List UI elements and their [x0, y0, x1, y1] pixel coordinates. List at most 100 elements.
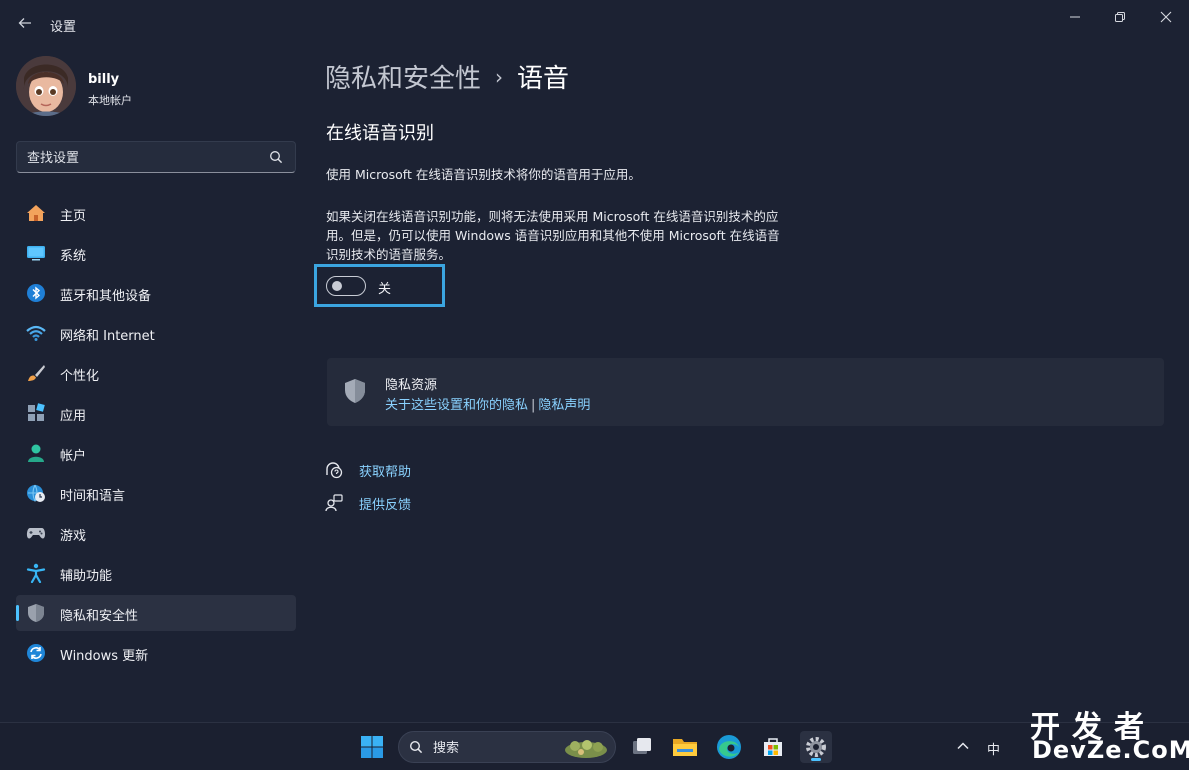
restore-icon — [1115, 12, 1125, 22]
privacy-resources-title: 隐私资源 — [385, 378, 438, 393]
shield-icon — [345, 379, 365, 403]
sidebar-item-home[interactable]: 主页 — [16, 195, 296, 231]
watermark-bottom-text: DevZe.CoM — [1032, 736, 1189, 764]
privacy-links: 关于这些设置和你的隐私 | 隐私声明 — [385, 394, 590, 413]
search-icon[interactable] — [269, 150, 283, 164]
task-view-button[interactable] — [626, 731, 658, 763]
sidebar-item-apps[interactable]: 应用 — [16, 395, 296, 431]
sidebar-item-label: Windows 更新 — [60, 649, 149, 664]
toggle-knob — [332, 281, 342, 291]
user-name: billy — [88, 72, 120, 87]
close-icon — [1160, 11, 1172, 23]
sidebar-item-label: 辅助功能 — [60, 569, 113, 584]
shield-icon — [28, 604, 44, 622]
store-icon — [764, 738, 782, 756]
tray-overflow-button[interactable] — [956, 739, 970, 757]
sidebar-item-bluetooth[interactable]: 蓝牙和其他设备 — [16, 275, 296, 311]
home-icon — [27, 205, 45, 221]
minimize-button[interactable] — [1061, 6, 1089, 28]
taskbar: 中 — [0, 722, 1189, 770]
taskbar-search-input[interactable] — [433, 738, 563, 758]
sidebar-item-windows-update[interactable]: Windows 更新 — [16, 635, 296, 671]
sidebar-item-personalization[interactable]: 个性化 — [16, 355, 296, 391]
update-icon — [27, 644, 45, 662]
online-speech-toggle[interactable] — [326, 276, 366, 296]
privacy-resources-card: 隐私资源 关于这些设置和你的隐私 | 隐私声明 — [327, 358, 1164, 426]
store-button[interactable] — [757, 731, 789, 763]
file-explorer-button[interactable] — [669, 731, 701, 763]
sidebar-item-accessibility[interactable]: 辅助功能 — [16, 555, 296, 591]
page-title: 语音 — [517, 64, 570, 94]
start-button[interactable] — [356, 731, 388, 763]
user-profile[interactable]: billy 本地帐户 — [16, 56, 296, 120]
get-help-link[interactable]: 获取帮助 — [359, 461, 411, 480]
help-icon — [326, 462, 343, 479]
sidebar-item-gaming[interactable]: 游戏 — [16, 515, 296, 551]
close-button[interactable] — [1152, 6, 1180, 28]
wifi-icon — [26, 325, 46, 341]
sidebar-item-label: 隐私和安全性 — [60, 609, 139, 624]
get-help-row[interactable]: 获取帮助 — [325, 459, 411, 481]
system-icon — [27, 246, 45, 261]
watermark: 开发者 DevZe.CoM — [1030, 702, 1189, 768]
sidebar-item-label: 主页 — [60, 209, 87, 224]
back-arrow-icon — [18, 18, 31, 28]
search-highlight-icon — [565, 740, 607, 758]
search-input[interactable] — [27, 148, 267, 168]
breadcrumb: 隐私和安全性 › 语音 — [325, 58, 569, 95]
settings-search[interactable] — [16, 141, 296, 173]
restore-button[interactable] — [1106, 6, 1134, 28]
section-title: 在线语音识别 — [326, 123, 434, 144]
brush-icon — [28, 365, 45, 381]
section-details: 如果关闭在线语音识别功能，则将无法使用采用 Microsoft 在线语音识别技术… — [326, 209, 780, 262]
back-button[interactable] — [14, 12, 36, 34]
chevron-up-icon — [957, 742, 969, 750]
settings-taskbar-button[interactable] — [800, 731, 832, 763]
section-description: 使用 Microsoft 在线语音识别技术将你的语音用于应用。 — [326, 167, 641, 182]
sidebar-item-label: 时间和语言 — [60, 489, 126, 504]
minimize-icon — [1070, 16, 1080, 18]
link-separator: | — [531, 398, 536, 413]
sidebar-item-label: 个性化 — [60, 369, 100, 384]
search-icon — [409, 740, 423, 754]
sidebar-nav: 主页 系统 蓝牙和其他设备 网络和 Internet 个性化 应用 帐户 时间和… — [16, 195, 296, 675]
ime-indicator[interactable]: 中 — [987, 739, 1000, 758]
windows-logo-icon — [361, 736, 383, 758]
title-bar: 设置 — [0, 0, 1189, 46]
sidebar-item-label: 帐户 — [60, 449, 87, 464]
accessibility-icon — [26, 563, 46, 583]
feedback-row[interactable]: 提供反馈 — [325, 492, 411, 514]
time-language-icon — [27, 484, 45, 503]
account-icon — [28, 444, 44, 462]
sidebar-item-label: 网络和 Internet — [60, 329, 155, 344]
bluetooth-icon — [27, 284, 45, 302]
sidebar-item-label: 游戏 — [60, 529, 87, 544]
sidebar-item-label: 蓝牙和其他设备 — [60, 289, 152, 304]
taskbar-search[interactable] — [398, 731, 616, 763]
avatar — [16, 56, 76, 116]
folder-icon — [673, 739, 697, 756]
active-app-indicator — [811, 758, 821, 761]
sidebar-item-privacy-security[interactable]: 隐私和安全性 — [16, 595, 296, 631]
sidebar-item-system[interactable]: 系统 — [16, 235, 296, 271]
feedback-icon — [325, 494, 343, 512]
sidebar-item-label: 应用 — [60, 409, 87, 424]
privacy-statement-link[interactable]: 隐私声明 — [538, 398, 590, 413]
edge-button[interactable] — [713, 731, 745, 763]
window-title: 设置 — [50, 20, 77, 35]
sidebar-item-network[interactable]: 网络和 Internet — [16, 315, 296, 351]
sidebar-item-time-language[interactable]: 时间和语言 — [16, 475, 296, 511]
edge-icon — [717, 735, 741, 759]
toggle-state-label: 关 — [378, 282, 392, 297]
account-type: 本地帐户 — [88, 94, 132, 107]
sidebar-item-accounts[interactable]: 帐户 — [16, 435, 296, 471]
breadcrumb-parent[interactable]: 隐私和安全性 — [325, 64, 481, 94]
gear-icon — [806, 737, 826, 757]
gamepad-icon — [26, 528, 46, 539]
apps-icon — [28, 403, 45, 421]
sidebar-item-label: 系统 — [60, 249, 87, 264]
task-view-icon — [633, 738, 651, 754]
breadcrumb-separator: › — [495, 65, 504, 89]
privacy-settings-link[interactable]: 关于这些设置和你的隐私 — [385, 398, 528, 413]
feedback-link[interactable]: 提供反馈 — [359, 494, 411, 513]
